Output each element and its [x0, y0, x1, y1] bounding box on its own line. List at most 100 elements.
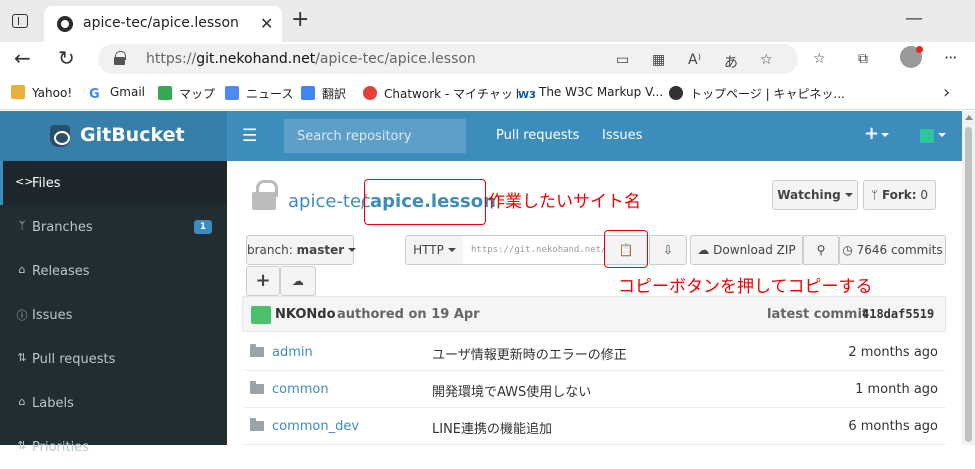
add-favorite-icon[interactable]: ☆: [760, 52, 773, 68]
watch-button[interactable]: Watching: [772, 180, 858, 210]
code-icon: <>: [15, 175, 34, 188]
bookmark-chatwork[interactable]: Chatwork - マイチャット: [363, 85, 525, 102]
file-name-link[interactable]: common: [272, 382, 329, 397]
sidebar-item-releases[interactable]: ⌂ Releases: [0, 249, 227, 293]
sidebar-item-issues[interactable]: ⓘ Issues: [0, 293, 227, 337]
bookmark-w3c[interactable]: W3 The W3C Markup V...: [518, 85, 663, 103]
table-row: admin ユーザ情報更新時のエラーの修正 2 months ago: [242, 334, 946, 371]
read-aloud-icon[interactable]: A⁾: [688, 52, 701, 68]
latest-commit-label: latest commit: [767, 307, 869, 322]
chevron-down-icon: [447, 248, 456, 252]
pull-request-icon: ⇅: [17, 351, 27, 364]
file-commit-message[interactable]: LINE連携の機能追加: [432, 418, 552, 437]
bookmark-yahoo[interactable]: Yahoo!: [11, 85, 72, 100]
collections-icon[interactable]: ⧉: [858, 51, 868, 67]
header-link-issues[interactable]: Issues: [602, 128, 642, 143]
open-in-desktop-button[interactable]: ⇩: [649, 235, 687, 265]
file-commit-message[interactable]: ユーザ情報更新時のエラーの修正: [432, 344, 627, 363]
more-options-icon[interactable]: ···: [944, 48, 957, 67]
sidebar-item-label: Releases: [32, 264, 90, 279]
chevron-down-icon: [938, 133, 946, 137]
tab-actions-icon[interactable]: [12, 14, 28, 28]
new-tab-button[interactable]: +: [291, 9, 309, 31]
lock-icon[interactable]: [114, 51, 126, 65]
user-avatar[interactable]: [920, 129, 934, 143]
browser-tab-bar: apice-tec/apice.lesson ✕ + —: [0, 0, 975, 42]
url-text[interactable]: https://git.nekohand.net/apice-tec/apice…: [146, 51, 476, 67]
google-icon: G: [89, 88, 103, 102]
bookmark-maps[interactable]: マップ: [158, 85, 215, 102]
qr-code-icon[interactable]: ▦: [652, 52, 665, 68]
latest-commit-bar: NKONdo authored on 19 Apr latest commit …: [242, 296, 946, 332]
gitbucket-header: GitBucket ☰ Pull requests Issues +: [0, 111, 962, 161]
fork-button[interactable]: ᛘ Fork: 0: [863, 180, 936, 210]
protocol-selector[interactable]: HTTP: [405, 235, 464, 265]
tab-close-icon[interactable]: ✕: [260, 14, 273, 33]
tag-icon: ⌂: [18, 263, 26, 276]
file-name-link[interactable]: admin: [272, 345, 313, 360]
sidebar-item-labels[interactable]: ⌂ Labels: [0, 381, 227, 425]
news-icon: [225, 86, 239, 100]
tab-title: apice-tec/apice.lesson: [83, 15, 239, 31]
label-icon: ⌂: [18, 395, 26, 408]
annotation-copy-hint: コピーボタンを押してコピーする: [618, 277, 873, 297]
table-row: common_dev LINE連携の機能追加 6 months ago: [242, 408, 946, 445]
app-available-icon[interactable]: ▭: [616, 52, 629, 68]
back-arrow-icon[interactable]: ←: [14, 46, 31, 70]
highlight-box-repo-name: [364, 179, 486, 225]
bookmark-gmail[interactable]: G Gmail: [89, 85, 145, 102]
issue-icon: ⓘ: [16, 309, 28, 322]
clone-url-input[interactable]: [463, 235, 604, 265]
bookmark-translate[interactable]: 翻訳: [301, 85, 346, 102]
priority-icon: ⇅: [17, 439, 27, 452]
brand-area[interactable]: GitBucket: [0, 111, 227, 161]
scrollbar-thumb[interactable]: [965, 127, 972, 442]
sidebar-item-branches[interactable]: ᛘ Branches: [0, 205, 227, 249]
url-field[interactable]: https://git.nekohand.net/apice-tec/apice…: [98, 44, 798, 74]
bookmark-capinet[interactable]: トップページ | キャピネッ...: [669, 85, 845, 102]
folder-icon: [250, 344, 264, 357]
favorites-icon[interactable]: ☆: [813, 51, 826, 67]
upload-file-button[interactable]: ☁: [280, 266, 316, 296]
fork-icon: ᛘ: [870, 188, 882, 202]
address-bar-row: ← ↻ https://git.nekohand.net/apice-tec/a…: [0, 42, 975, 76]
cloud-upload-icon: ☁: [292, 274, 304, 288]
gitbucket-favicon-icon: [57, 16, 73, 32]
add-file-button[interactable]: +: [246, 266, 280, 296]
branches-count-badge: 1: [194, 220, 212, 234]
file-age: 1 month ago: [855, 382, 938, 397]
file-age: 2 months ago: [848, 345, 938, 360]
download-zip-button[interactable]: ☁ Download ZIP: [690, 235, 803, 265]
file-commit-message[interactable]: 開発環境でAWS使用しない: [432, 381, 591, 400]
repo-owner-link[interactable]: apice-tec: [288, 191, 371, 212]
cloud-download-icon: ☁: [697, 243, 714, 257]
profile-avatar[interactable]: [900, 46, 923, 68]
chevron-right-icon[interactable]: ›: [943, 82, 950, 103]
hamburger-menu-icon[interactable]: ☰: [242, 126, 257, 146]
sidebar-item-priorities[interactable]: ⇅ Priorities: [0, 425, 227, 469]
folder-icon: [250, 418, 264, 431]
sidebar-item-label: Labels: [32, 396, 74, 411]
scroll-up-icon[interactable]: [965, 115, 973, 120]
translate-icon[interactable]: あ: [724, 52, 738, 72]
bookmarks-bar: Yahoo! G Gmail マップ ニュース 翻訳 Chatwork - マイチ…: [0, 76, 975, 110]
branch-selector[interactable]: branch: master: [246, 235, 357, 265]
bookmark-news[interactable]: ニュース: [225, 85, 293, 102]
annotation-site-name: 作業したいサイト名: [488, 192, 641, 212]
reload-icon[interactable]: ↻: [58, 46, 75, 70]
browser-tab[interactable]: apice-tec/apice.lesson ✕: [44, 6, 282, 42]
commit-hash-link[interactable]: 418daf5519: [862, 307, 934, 321]
commits-button[interactable]: ◷ 7646 commits: [839, 235, 946, 265]
search-code-button[interactable]: ⚲: [803, 235, 839, 265]
sidebar-item-pull-requests[interactable]: ⇅ Pull requests: [0, 337, 227, 381]
search-repository-input[interactable]: [284, 119, 466, 153]
file-name-link[interactable]: common_dev: [272, 419, 359, 434]
commit-author-link[interactable]: NKONdo: [275, 307, 336, 322]
minimize-icon[interactable]: —: [905, 8, 923, 29]
header-link-pull-requests[interactable]: Pull requests: [496, 128, 579, 143]
vertical-scrollbar[interactable]: [962, 111, 975, 445]
create-new-button[interactable]: +: [864, 123, 879, 144]
sidebar-item-files[interactable]: <> Files: [0, 161, 227, 205]
commit-author-avatar[interactable]: [251, 306, 271, 324]
chevron-down-icon: [844, 193, 853, 197]
